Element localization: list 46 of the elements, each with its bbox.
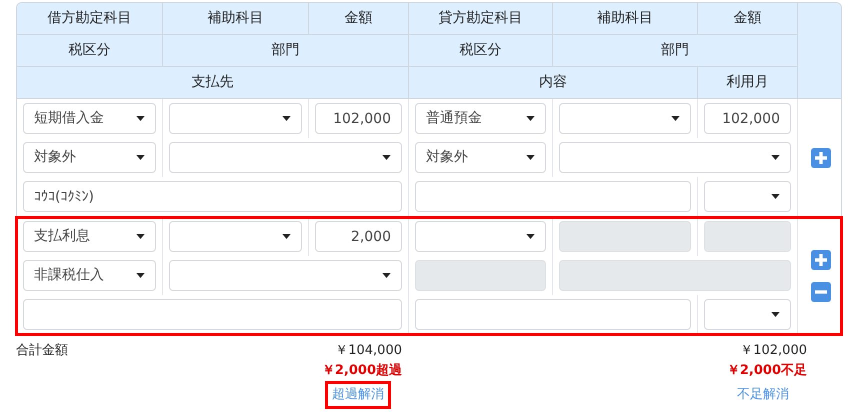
input-field[interactable] (23, 299, 402, 330)
total-amount: ￥104,000 (335, 343, 402, 358)
select-field[interactable]: 支払利息 (23, 221, 156, 252)
plus-icon (810, 148, 830, 168)
column-header: 補助科目 (553, 3, 698, 35)
select-field[interactable]: 対象外 (415, 142, 546, 173)
difference-amount: ￥2,000超過 (322, 362, 402, 378)
input-field[interactable]: 102,000 (315, 103, 402, 134)
select-field[interactable] (169, 103, 302, 134)
column-header: 金額 (698, 3, 798, 35)
plus-icon (810, 250, 830, 270)
input-field[interactable]: 2,000 (315, 221, 402, 252)
column-header: 内容 (409, 67, 698, 99)
select-field[interactable] (704, 181, 791, 212)
column-header: 利用月 (698, 67, 798, 99)
input-field[interactable] (415, 181, 691, 212)
input-field[interactable] (415, 299, 691, 330)
column-header: 税区分 (409, 35, 553, 67)
column-header: 補助科目 (163, 3, 309, 35)
select-field[interactable]: 対象外 (23, 142, 156, 173)
add-row-button[interactable] (810, 250, 830, 270)
column-header: 税区分 (17, 35, 163, 67)
column-header: 金額 (309, 3, 409, 35)
select-field[interactable]: 短期借入金 (23, 103, 156, 134)
select-field[interactable] (559, 142, 791, 173)
total-amount: ￥102,000 (740, 343, 807, 358)
minus-icon (810, 282, 830, 302)
column-header: 支払先 (17, 67, 409, 99)
column-header: 部門 (553, 35, 798, 67)
add-row-button[interactable] (810, 148, 830, 168)
total-label: 合計金額 (16, 343, 68, 358)
input-field[interactable]: ｺｳｺ(ｺｸﾐﾝ) (23, 181, 402, 212)
column-header: 部門 (163, 35, 409, 67)
column-header: 貸方勘定科目 (409, 3, 553, 35)
select-field[interactable] (704, 299, 791, 330)
select-field[interactable] (169, 260, 402, 291)
select-field[interactable] (169, 142, 402, 173)
remove-row-button[interactable] (810, 282, 830, 302)
select-field[interactable] (559, 103, 691, 134)
select-field[interactable]: 非課税仕入 (23, 260, 156, 291)
select-field[interactable] (169, 221, 302, 252)
input-field[interactable]: 102,000 (704, 103, 791, 134)
difference-amount: ￥2,000不足 (726, 362, 807, 378)
column-header: 借方勘定科目 (17, 3, 163, 35)
select-field[interactable]: 普通預金 (415, 103, 546, 134)
select-field[interactable] (415, 221, 546, 252)
